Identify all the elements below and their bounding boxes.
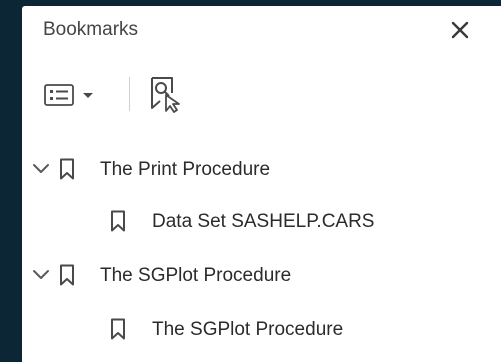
bookmark-label: The Print Procedure bbox=[100, 159, 271, 180]
bookmark-icon bbox=[60, 158, 74, 180]
bookmark-icon bbox=[111, 210, 125, 232]
chevron-down-icon bbox=[83, 93, 93, 98]
find-current-bookmark-button[interactable] bbox=[146, 75, 182, 113]
panel-header: Bookmarks bbox=[22, 6, 501, 56]
bookmark-item-sgplot-procedure[interactable]: The SGPlot Procedure bbox=[22, 254, 501, 296]
bookmark-label: The SGPlot Procedure bbox=[100, 265, 292, 286]
bookmark-options-icon bbox=[44, 84, 74, 106]
bookmarks-toolbar bbox=[22, 72, 501, 116]
close-button[interactable] bbox=[447, 17, 473, 43]
bookmark-icon bbox=[111, 318, 125, 340]
bookmark-icon bbox=[60, 264, 74, 286]
find-current-bookmark-icon bbox=[151, 77, 180, 113]
bookmark-label: Data Set SASHELP.CARS bbox=[152, 211, 375, 232]
bookmarks-panel: Bookmarks The Print Procedure Data Set S… bbox=[22, 6, 501, 362]
panel-title: Bookmarks bbox=[43, 19, 139, 40]
chevron-down-icon[interactable] bbox=[31, 160, 51, 178]
bookmark-item-sgplot-procedure-child[interactable]: The SGPlot Procedure bbox=[22, 308, 501, 350]
bookmark-item-print-procedure[interactable]: The Print Procedure bbox=[22, 148, 501, 190]
close-icon bbox=[451, 21, 469, 39]
bookmark-options-button[interactable] bbox=[44, 80, 104, 110]
bookmark-item-data-set-sashelp-cars[interactable]: Data Set SASHELP.CARS bbox=[22, 200, 501, 242]
chevron-down-icon[interactable] bbox=[31, 266, 51, 284]
toolbar-divider bbox=[129, 77, 130, 111]
bookmark-label: The SGPlot Procedure bbox=[152, 319, 344, 340]
